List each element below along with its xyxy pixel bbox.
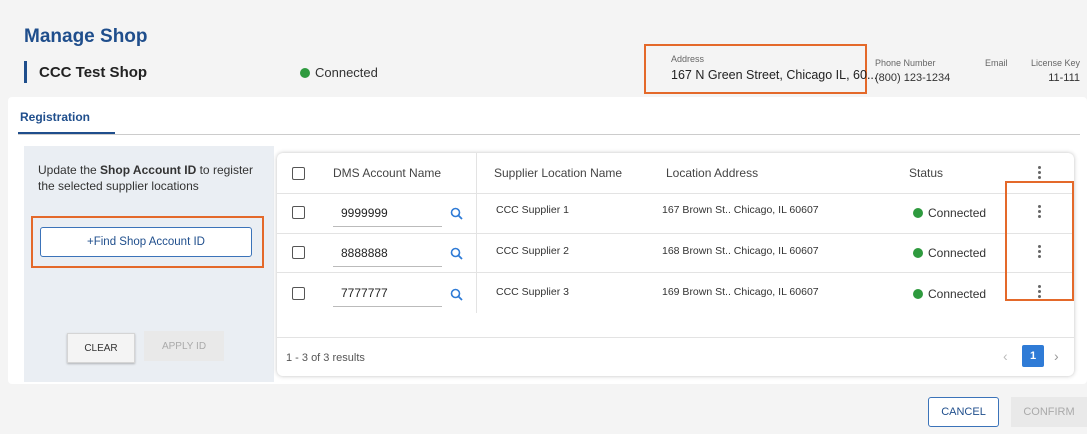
dms-account-input[interactable]: 8888888 xyxy=(341,246,388,260)
instruction-prefix: Update the xyxy=(38,163,101,177)
search-icon[interactable] xyxy=(450,288,463,301)
column-header-supplier-location: Supplier Location Name xyxy=(494,166,623,180)
status-label: Connected xyxy=(928,206,987,220)
column-header-status: Status xyxy=(909,166,944,180)
location-address: 169 Brown St.. Chicago, IL 60607 xyxy=(662,286,819,298)
header-more-icon[interactable] xyxy=(1038,166,1042,181)
status-badge: Connected xyxy=(913,246,986,260)
row-divider xyxy=(277,193,1074,194)
column-header-dms-account: DMS Account Name xyxy=(333,166,442,180)
shop-name: CCC Test Shop xyxy=(39,63,148,81)
supplier-location-name: CCC Supplier 3 xyxy=(496,286,569,298)
clear-button[interactable]: CLEAR xyxy=(67,333,135,363)
apply-id-button[interactable]: APPLY ID xyxy=(144,331,224,361)
instruction-bold: Shop Account ID xyxy=(100,163,197,177)
dms-account-input[interactable]: 7777777 xyxy=(341,286,388,300)
status-label: Connected xyxy=(928,246,987,260)
status-badge: Connected xyxy=(913,206,986,220)
license-info: License Key 11-111 xyxy=(1027,58,1080,84)
select-all-checkbox[interactable] xyxy=(292,167,305,180)
license-label: License Key xyxy=(1030,58,1080,68)
cancel-button[interactable]: CANCEL xyxy=(928,397,999,427)
location-address: 168 Brown St.. Chicago, IL 60607 xyxy=(662,245,819,257)
status-dot-icon xyxy=(913,248,923,258)
address-highlight: Address 167 N Green Street, Chicago IL, … xyxy=(644,44,878,94)
column-header-location-address: Location Address xyxy=(666,166,759,180)
input-underline xyxy=(333,306,442,307)
email-label: Email xyxy=(985,58,1008,68)
status-dot-icon xyxy=(300,67,310,78)
search-icon[interactable] xyxy=(450,207,463,220)
input-underline xyxy=(333,226,442,227)
status-badge: Connected xyxy=(913,287,986,301)
license-value: 11-111 xyxy=(1048,72,1080,84)
shop-connection-label: Connected xyxy=(315,65,378,80)
results-count: 1 - 3 of 3 results xyxy=(286,352,365,364)
address-label: Address xyxy=(671,54,705,64)
dms-account-input[interactable]: 9999999 xyxy=(341,206,388,220)
row-checkbox[interactable] xyxy=(292,246,305,259)
find-shop-account-id-button[interactable]: +Find Shop Account ID xyxy=(40,227,252,257)
location-address: 167 Brown St.. Chicago, IL 60607 xyxy=(662,204,819,216)
row-divider xyxy=(277,272,1074,273)
column-divider xyxy=(476,193,477,313)
confirm-button[interactable]: CONFIRM xyxy=(1011,397,1087,427)
shop-accent-bar xyxy=(24,61,27,83)
shop-connection-status: Connected xyxy=(300,65,378,80)
phone-value: (800) 123-1234 xyxy=(875,72,951,84)
supplier-table xyxy=(277,153,1074,376)
shop-name-row: CCC Test Shop xyxy=(24,60,147,84)
header-divider xyxy=(476,153,477,193)
search-icon[interactable] xyxy=(450,247,463,260)
page-button-current[interactable]: 1 xyxy=(1022,345,1044,367)
supplier-location-name: CCC Supplier 1 xyxy=(496,204,569,216)
address-value: 167 N Green Street, Chicago IL, 60... xyxy=(671,68,878,82)
instruction-text: Update the Shop Account ID to register t… xyxy=(38,162,262,194)
status-dot-icon xyxy=(913,208,923,218)
supplier-location-name: CCC Supplier 2 xyxy=(496,245,569,257)
row-checkbox[interactable] xyxy=(292,206,305,219)
actions-column-highlight xyxy=(1005,181,1074,301)
chevron-left-icon[interactable]: ‹ xyxy=(1003,348,1008,364)
chevron-right-icon[interactable]: › xyxy=(1054,348,1059,364)
status-label: Connected xyxy=(928,287,987,301)
phone-label: Phone Number xyxy=(875,58,936,68)
tab-registration[interactable]: Registration xyxy=(20,110,90,124)
page-title: Manage Shop xyxy=(24,26,148,47)
status-dot-icon xyxy=(913,289,923,299)
input-underline xyxy=(333,266,442,267)
row-divider xyxy=(277,233,1074,234)
row-checkbox[interactable] xyxy=(292,287,305,300)
table-footer-divider xyxy=(277,337,1074,338)
tab-divider xyxy=(18,134,1080,135)
phone-info: Phone Number (800) 123-1234 xyxy=(875,58,950,84)
email-info: Email xyxy=(985,58,1008,68)
